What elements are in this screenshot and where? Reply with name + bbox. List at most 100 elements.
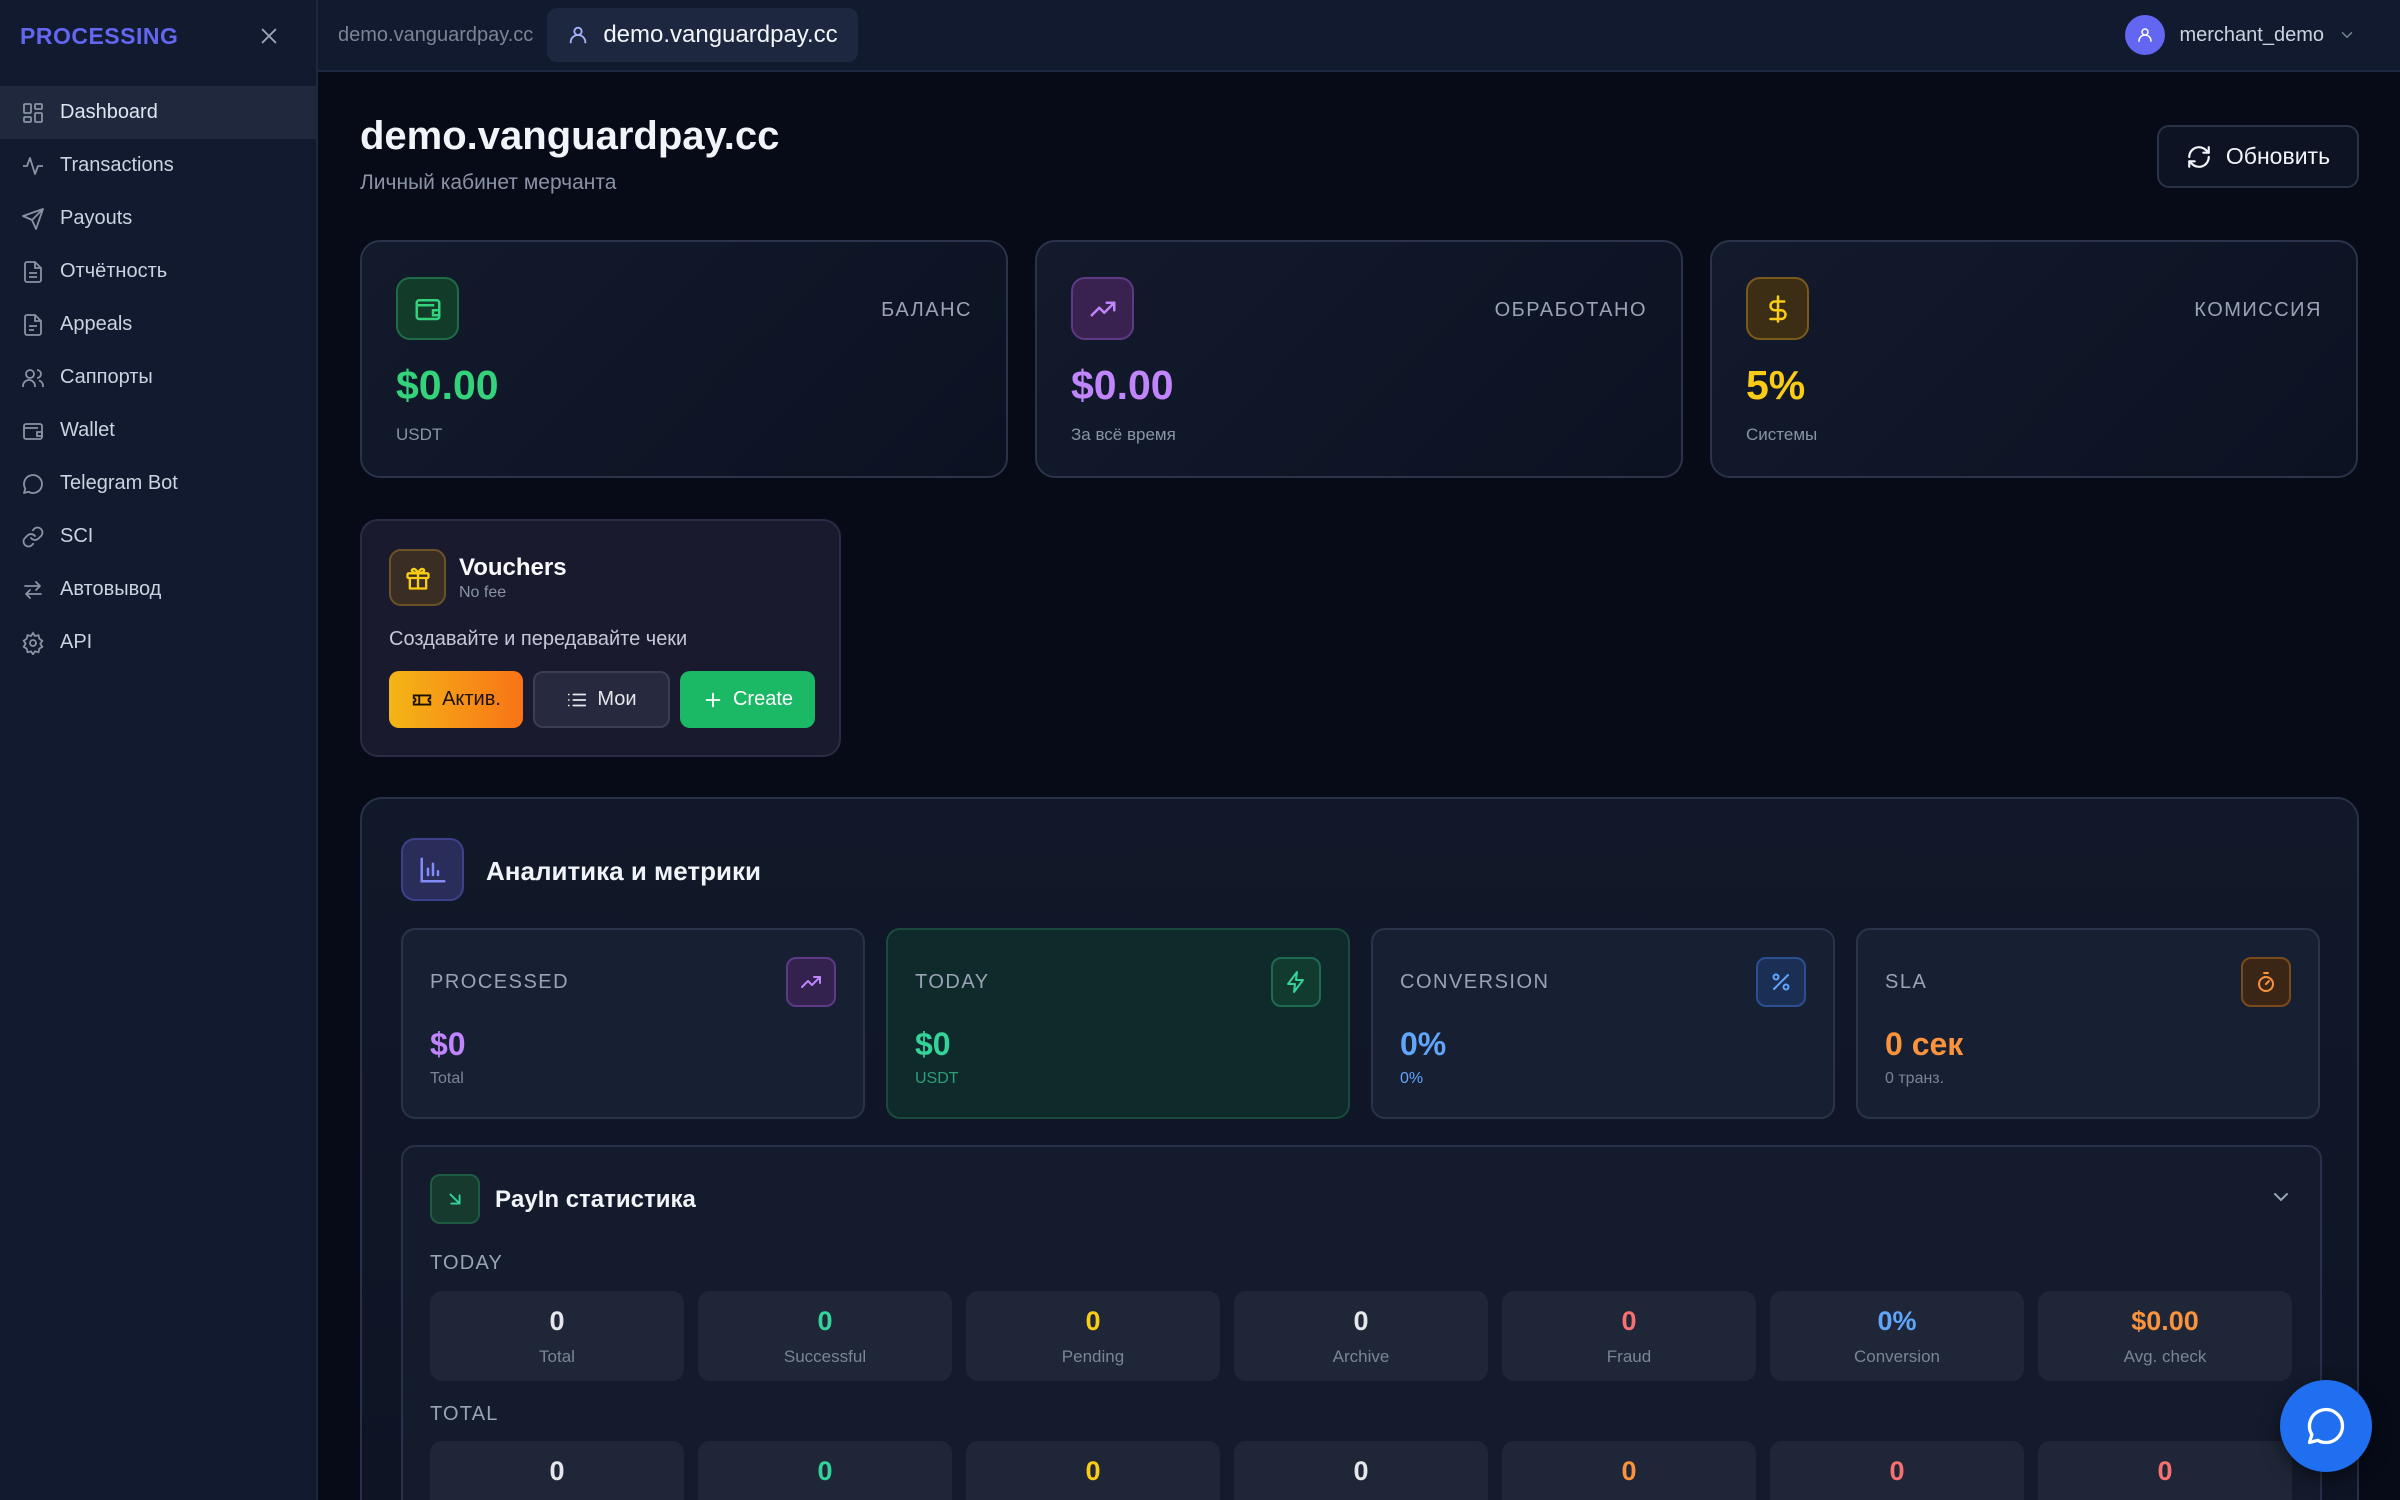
- refresh-button-label: Обновить: [2225, 143, 2331, 169]
- report-icon: [20, 259, 46, 285]
- processed-icon-badge: [1071, 277, 1134, 340]
- close-sidebar-button[interactable]: [254, 21, 284, 51]
- metric-label: TODAY: [915, 971, 990, 993]
- send-icon: [20, 206, 46, 232]
- stat-label: Avg. check: [2123, 1347, 2207, 1366]
- stat-label: Fraud: [1606, 1347, 1652, 1366]
- processed-value: $0.00: [1071, 362, 1174, 408]
- stat-value: $0.00: [2131, 1306, 2199, 1336]
- stat-label: ОБРАБОТАНО: [1494, 299, 1647, 321]
- metric-note: Total: [430, 1070, 464, 1087]
- domain-chip-label: demo.vanguardpay.cc: [603, 21, 838, 48]
- page-subtitle: Личный кабинет мерчанта: [360, 171, 617, 194]
- sidebar-item-supports[interactable]: Саппорты: [0, 351, 316, 404]
- page-title: demo.vanguardpay.cc: [360, 114, 780, 158]
- trending-up-icon: [801, 976, 821, 988]
- stat-label: Pending: [1061, 1347, 1125, 1366]
- my-vouchers-button[interactable]: Мои: [533, 671, 670, 728]
- stat-label: Archive: [1332, 1347, 1390, 1366]
- sidebar-item-sci[interactable]: SCI: [0, 510, 316, 563]
- sidebar-header: PROCESSING: [0, 0, 316, 72]
- sidebar-item-reports[interactable]: Отчётность: [0, 245, 316, 298]
- vouchers-card: Vouchers No fee Создавайте и передавайте…: [360, 519, 841, 757]
- stat-value: 0: [549, 1456, 565, 1486]
- link-icon: [20, 524, 46, 550]
- sidebar-item-label: Автовывод: [60, 578, 162, 600]
- sidebar-item-wallet[interactable]: Wallet: [0, 404, 316, 457]
- processed-card: ОБРАБОТАНО $0.00 За всё время: [1035, 240, 1683, 478]
- sidebar-item-payouts[interactable]: Payouts: [0, 192, 316, 245]
- activate-voucher-button[interactable]: Актив.: [389, 671, 523, 728]
- payin-stat-archive: 0 Archive: [1234, 1291, 1488, 1381]
- metric-today: TODAY $0 USDT: [886, 928, 1350, 1119]
- brand-logo[interactable]: PROCESSING: [20, 23, 178, 50]
- metric-label: SLA: [1885, 971, 1928, 993]
- stat-value: 0: [2157, 1456, 2173, 1486]
- wallet-icon: [415, 298, 440, 320]
- payin-stat-pending: 0 Pending: [966, 1291, 1220, 1381]
- payin-today-label: TODAY: [430, 1252, 504, 1274]
- sidebar-item-autowithdraw[interactable]: Автовывод: [0, 563, 316, 616]
- sidebar-item-appeals[interactable]: Appeals: [0, 298, 316, 351]
- payin-collapse-toggle[interactable]: [2269, 1185, 2293, 1209]
- page-header: demo.vanguardpay.cc Личный кабинет мерча…: [360, 72, 2359, 240]
- stat-value: 0: [1889, 1456, 1905, 1486]
- gear-icon: [20, 630, 46, 656]
- users-icon: [20, 365, 46, 391]
- create-voucher-label: Create: [732, 688, 794, 710]
- close-icon: [261, 28, 277, 44]
- chevron-down-icon: [2274, 1193, 2288, 1202]
- stat-label: Successful: [783, 1347, 867, 1366]
- trending-up-icon: [1090, 301, 1115, 316]
- breadcrumb[interactable]: demo.vanguardpay.cc: [338, 24, 533, 47]
- analytics-panel: Аналитика и метрики PROCESSED $0 Total T…: [360, 797, 2359, 1500]
- stat-value: 0: [1085, 1456, 1101, 1486]
- dashboard-icon: [20, 100, 46, 126]
- metric-conversion: CONVERSION 0% 0%: [1371, 928, 1835, 1119]
- sidebar-item-api[interactable]: API: [0, 616, 316, 669]
- stat-value: 0: [817, 1306, 833, 1336]
- stat-label: Conversion: [1854, 1347, 1940, 1366]
- vouchers-description: Создавайте и передавайте чеки: [389, 628, 688, 650]
- stat-value: 0: [549, 1306, 565, 1336]
- domain-chip[interactable]: demo.vanguardpay.cc: [547, 8, 858, 62]
- activate-voucher-label: Актив.: [442, 688, 501, 710]
- create-voucher-button[interactable]: Create: [680, 671, 815, 728]
- sidebar-item-label: Wallet: [60, 419, 115, 441]
- sidebar-item-label: Payouts: [60, 207, 133, 229]
- sidebar-item-label: Transactions: [60, 154, 174, 176]
- sidebar-nav: Dashboard Transactions Payouts Отчётност…: [0, 86, 316, 669]
- sidebar-item-telegram-bot[interactable]: Telegram Bot: [0, 457, 316, 510]
- my-vouchers-label: Мои: [597, 688, 637, 710]
- metric-note: 0 транз.: [1885, 1070, 1945, 1087]
- commission-note: Системы: [1746, 425, 1818, 444]
- sidebar-item-transactions[interactable]: Transactions: [0, 139, 316, 192]
- document-icon: [20, 312, 46, 338]
- metric-label: PROCESSED: [430, 971, 570, 993]
- metric-value: $0: [915, 1026, 951, 1062]
- user-icon: [570, 26, 587, 44]
- metric-note: USDT: [915, 1070, 959, 1087]
- vouchers-subtitle: No fee: [459, 584, 507, 601]
- payin-today-row: 0 Total 0 Successful 0 Pending 0 Archive…: [430, 1291, 2292, 1381]
- stat-value: 0: [1353, 1306, 1369, 1336]
- refresh-button[interactable]: Обновить: [2157, 125, 2359, 188]
- metric-value: 0 сек: [1885, 1026, 1964, 1062]
- payin-total-stat: 0: [698, 1441, 952, 1500]
- stats-row: БАЛАНС $0.00 USDT ОБРАБОТАНО $0.00 За вс…: [360, 240, 2359, 478]
- balance-currency: USDT: [396, 425, 443, 444]
- processed-metric-badge: [786, 957, 836, 1007]
- support-chat-button[interactable]: [2280, 1380, 2372, 1472]
- sidebar-item-label: API: [60, 631, 93, 653]
- payin-total-label: TOTAL: [430, 1403, 499, 1425]
- user-menu[interactable]: merchant_demo: [2125, 15, 2380, 55]
- sidebar-item-label: Саппорты: [60, 366, 153, 388]
- sidebar-item-dashboard[interactable]: Dashboard: [0, 86, 316, 139]
- refresh-icon: [2188, 145, 2210, 168]
- payin-total-stat: 0: [1234, 1441, 1488, 1500]
- sla-metric-badge: [2241, 957, 2291, 1007]
- sidebar: PROCESSING Dashboard Transactions Payout…: [0, 0, 318, 1500]
- sidebar-item-label: Appeals: [60, 313, 133, 335]
- stat-label: КОМИССИЯ: [2194, 299, 2322, 321]
- metric-sla: SLA 0 сек 0 транз.: [1856, 928, 2320, 1119]
